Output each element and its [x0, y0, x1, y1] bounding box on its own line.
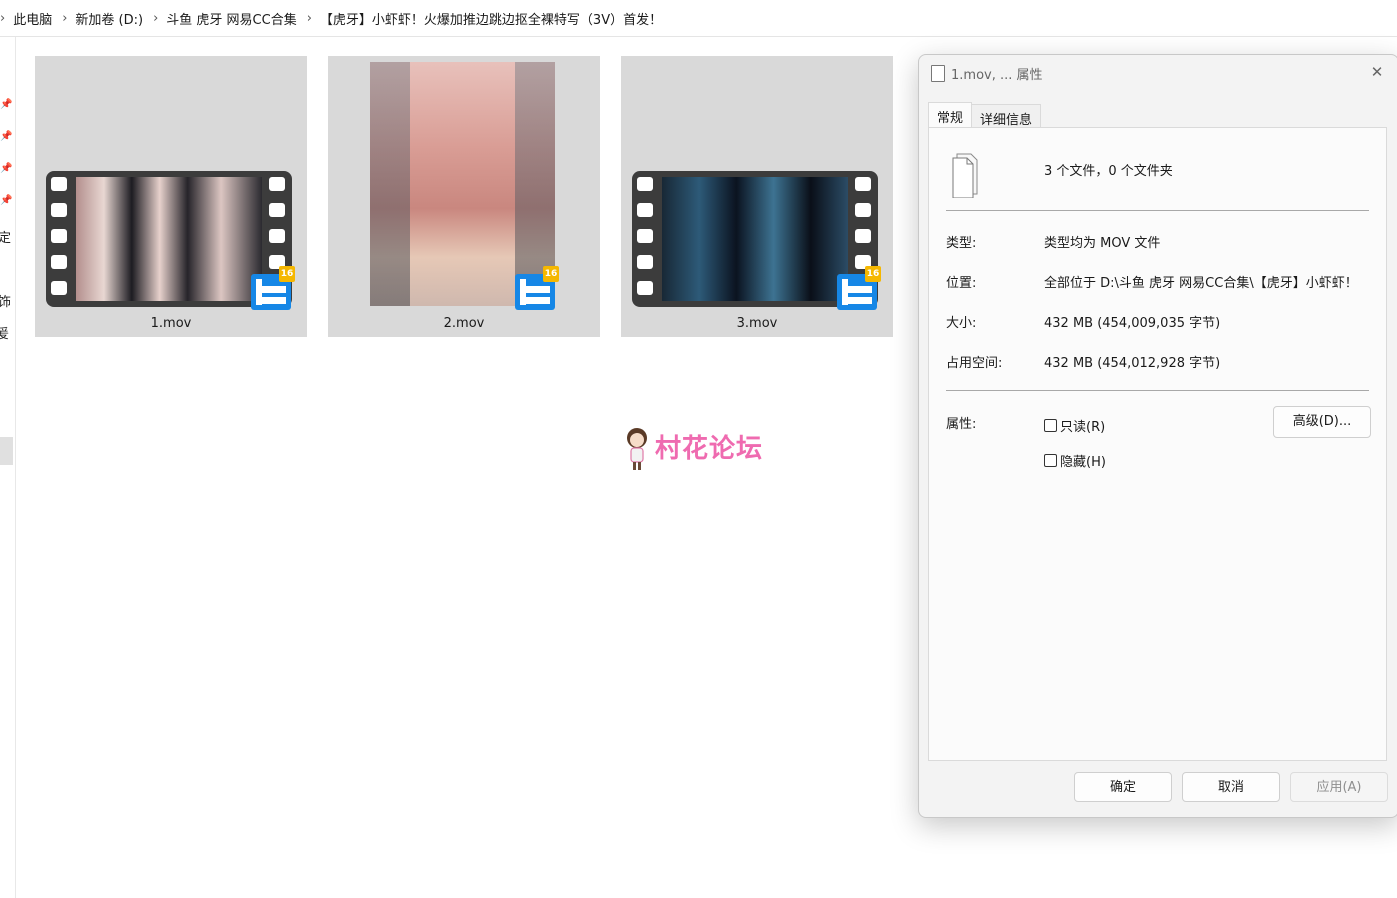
breadcrumb-folder-current[interactable]: 【虎牙】小虾虾！火爆加推边跳边抠全裸特写（3V）首发！	[320, 9, 662, 28]
disk-size-label: 占用空间:	[946, 356, 1003, 371]
multiple-files-icon	[952, 153, 978, 198]
dialog-title: 1.mov, ... 属性	[951, 68, 1043, 83]
advanced-button[interactable]: 高级(D)...	[1273, 406, 1371, 438]
divider	[946, 390, 1369, 391]
file-item-2[interactable]: 16 2.mov	[328, 56, 600, 337]
attributes-label: 属性:	[946, 417, 977, 432]
hidden-checkbox[interactable]: 隐藏(H)	[1044, 451, 1106, 470]
chevron-right-icon[interactable]: ›	[307, 11, 312, 26]
chevron-right-icon[interactable]: ›	[153, 11, 158, 26]
girl-mascot-icon	[627, 428, 647, 470]
breadcrumb-folder-collection[interactable]: 斗鱼 虎牙 网易CC合集	[166, 9, 296, 28]
divider	[946, 210, 1369, 211]
pin-icon: 📌	[0, 131, 13, 142]
readonly-checkbox[interactable]: 只读(R)	[1044, 416, 1105, 435]
location-label: 位置:	[946, 276, 977, 291]
type-label: 类型:	[946, 236, 977, 251]
type-value: 类型均为 MOV 文件	[1044, 236, 1161, 251]
pin-icon: 📌	[0, 99, 13, 110]
breadcrumb-drive-d[interactable]: 新加卷 (D:)	[75, 9, 143, 28]
nav-item-selected[interactable]	[0, 437, 13, 465]
watermark-text: 村花论坛	[655, 434, 764, 464]
selection-summary: 3 个文件，0 个文件夹	[1044, 164, 1173, 179]
nav-item-label[interactable]: 爰	[0, 323, 9, 342]
size-value: 432 MB (454,009,035 字节)	[1044, 316, 1221, 331]
close-icon[interactable]: ✕	[1366, 61, 1388, 83]
pin-icon: 📌	[0, 195, 13, 206]
navigation-pane: 📌 📌 📌 📌 定 饰 爰	[0, 37, 16, 898]
file-name: 3.mov	[736, 316, 778, 331]
file-name: 2.mov	[443, 316, 485, 331]
dialog-titlebar[interactable]: 1.mov, ... 属性 ✕	[919, 55, 1397, 91]
readonly-label: 只读(R)	[1060, 420, 1106, 435]
nav-item-label[interactable]: 饰	[0, 291, 11, 310]
chevron-right-icon[interactable]: ›	[62, 11, 67, 26]
watermark-logo: 村花论坛	[621, 424, 781, 480]
address-breadcrumb: › 此电脑 › 新加卷 (D:) › 斗鱼 虎牙 网易CC合集 › 【虎牙】小虾…	[0, 0, 1397, 37]
chevron-right-icon[interactable]: ›	[0, 11, 5, 26]
nav-item-label[interactable]: 定	[0, 227, 11, 246]
apply-button[interactable]: 应用(A)	[1290, 772, 1388, 802]
file-name: 1.mov	[150, 316, 192, 331]
location-value: 全部位于 D:\斗鱼 虎牙 网易CC合集\【虎牙】小虾虾！	[1044, 276, 1358, 291]
file-item-3[interactable]: 16 3.mov	[621, 56, 893, 337]
ok-button[interactable]: 确定	[1074, 772, 1172, 802]
checkbox-box[interactable]	[1044, 454, 1057, 467]
hidden-label: 隐藏(H)	[1060, 455, 1106, 470]
size-label: 大小:	[946, 316, 977, 331]
video-app-icon: 16	[515, 266, 559, 310]
tab-bar: 常规 详细信息	[928, 102, 1042, 131]
file-item-1[interactable]: 16 1.mov	[35, 56, 307, 337]
checkbox-box[interactable]	[1044, 419, 1057, 432]
pin-icon: 📌	[0, 163, 13, 174]
video-app-icon: 16	[251, 266, 295, 310]
general-panel: 3 个文件，0 个文件夹 类型: 类型均为 MOV 文件 位置: 全部位于 D:…	[928, 127, 1387, 761]
video-app-icon: 16	[837, 266, 881, 310]
disk-size-value: 432 MB (454,012,928 字节)	[1044, 356, 1221, 371]
breadcrumb-this-pc[interactable]: 此电脑	[13, 9, 52, 28]
properties-dialog: 1.mov, ... 属性 ✕ 常规 详细信息 3 个文件，0 个文件夹 类型:…	[918, 54, 1397, 818]
file-icon	[931, 65, 945, 82]
cancel-button[interactable]: 取消	[1182, 772, 1280, 802]
